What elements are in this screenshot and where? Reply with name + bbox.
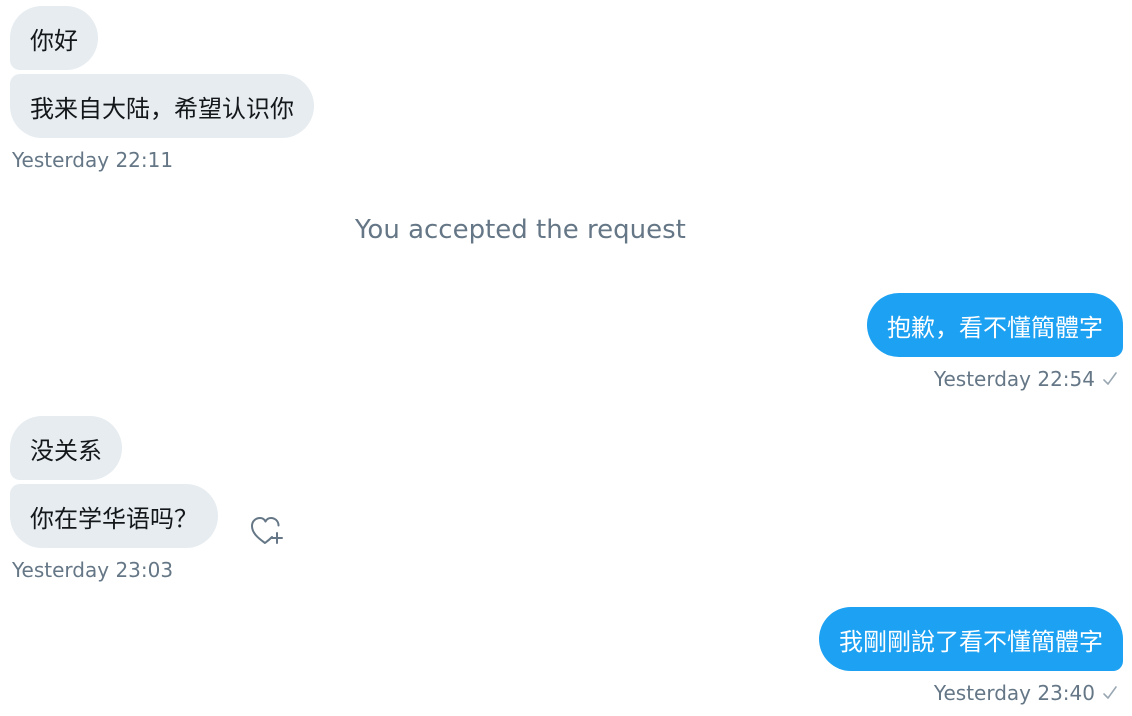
outgoing-message-bubble[interactable]: 我剛剛說了看不懂簡體字: [819, 607, 1123, 671]
incoming-message-bubble[interactable]: 你好: [10, 6, 98, 70]
message-text: 我来自大陆，希望认识你: [30, 94, 294, 123]
incoming-message-bubble[interactable]: 你在学华语吗？: [10, 484, 218, 548]
message-timestamp: Yesterday 22:11: [12, 148, 174, 172]
message-status: Yesterday 23:40: [934, 681, 1119, 705]
message-text: 抱歉，看不懂簡體字: [887, 313, 1103, 342]
message-status: Yesterday 22:54: [934, 367, 1119, 391]
checkmark-icon: [1103, 372, 1117, 385]
message-timestamp: Yesterday 23:40: [933, 681, 1095, 705]
checkmark-icon: [1103, 686, 1117, 699]
conversation-thread: 你好 我来自大陆，希望认识你 Yesterday 22:11 You accep…: [0, 0, 1132, 716]
message-text: 没关系: [30, 436, 102, 465]
message-timestamp: Yesterday 23:03: [12, 558, 174, 582]
message-text: 你在学华语吗？: [30, 504, 198, 533]
message-text: 你好: [30, 26, 78, 55]
message-text: 我剛剛說了看不懂簡體字: [839, 627, 1103, 656]
heart-plus-icon[interactable]: [248, 510, 286, 548]
message-timestamp: Yesterday 22:54: [933, 367, 1095, 391]
outgoing-message-bubble[interactable]: 抱歉，看不懂簡體字: [867, 293, 1123, 357]
incoming-message-bubble[interactable]: 没关系: [10, 416, 122, 480]
incoming-message-bubble[interactable]: 我来自大陆，希望认识你: [10, 74, 314, 138]
request-accepted-notice: You accepted the request: [355, 215, 686, 245]
